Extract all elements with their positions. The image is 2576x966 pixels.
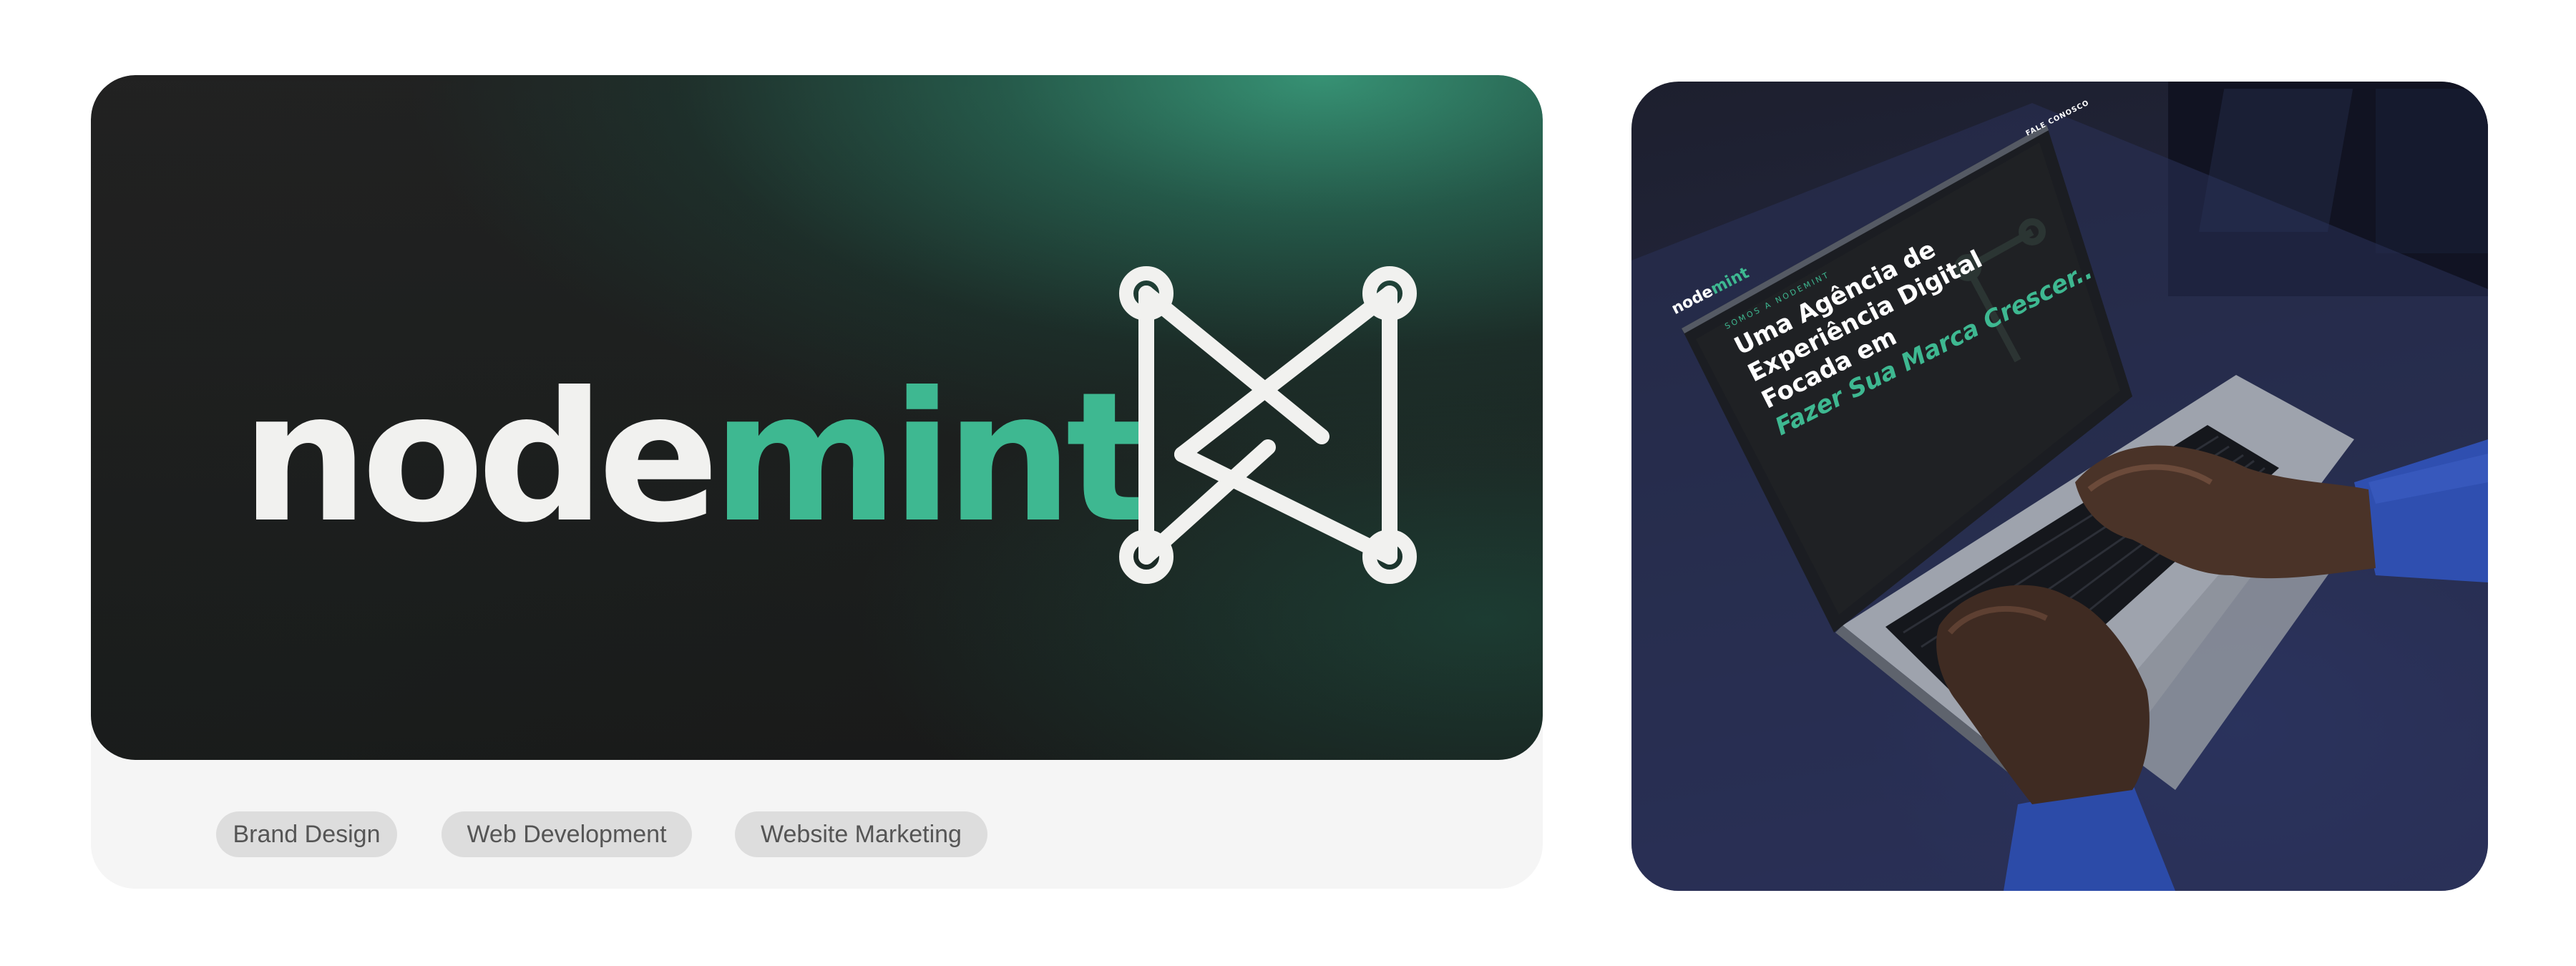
tag-web-development[interactable]: Web Development [441, 811, 692, 857]
page: nodemint Brand Design Web Development We… [0, 0, 2576, 966]
nodemint-wordmark: nodemint [241, 369, 1151, 547]
wordmark-mint: mint [712, 353, 1151, 562]
nodemint-n-logo-icon [1119, 266, 1417, 584]
tag-website-marketing[interactable]: Website Marketing [735, 811, 987, 857]
wordmark-node: node [241, 353, 719, 562]
laptop-photo: nodemint FALE CONOSCO SOMOS A NODEMINT U… [1631, 82, 2488, 891]
laptop-scene [1631, 82, 2488, 891]
brand-hero-banner: nodemint [91, 75, 1543, 760]
tag-brand-design[interactable]: Brand Design [216, 811, 397, 857]
brand-card: nodemint Brand Design Web Development We… [91, 75, 1543, 889]
